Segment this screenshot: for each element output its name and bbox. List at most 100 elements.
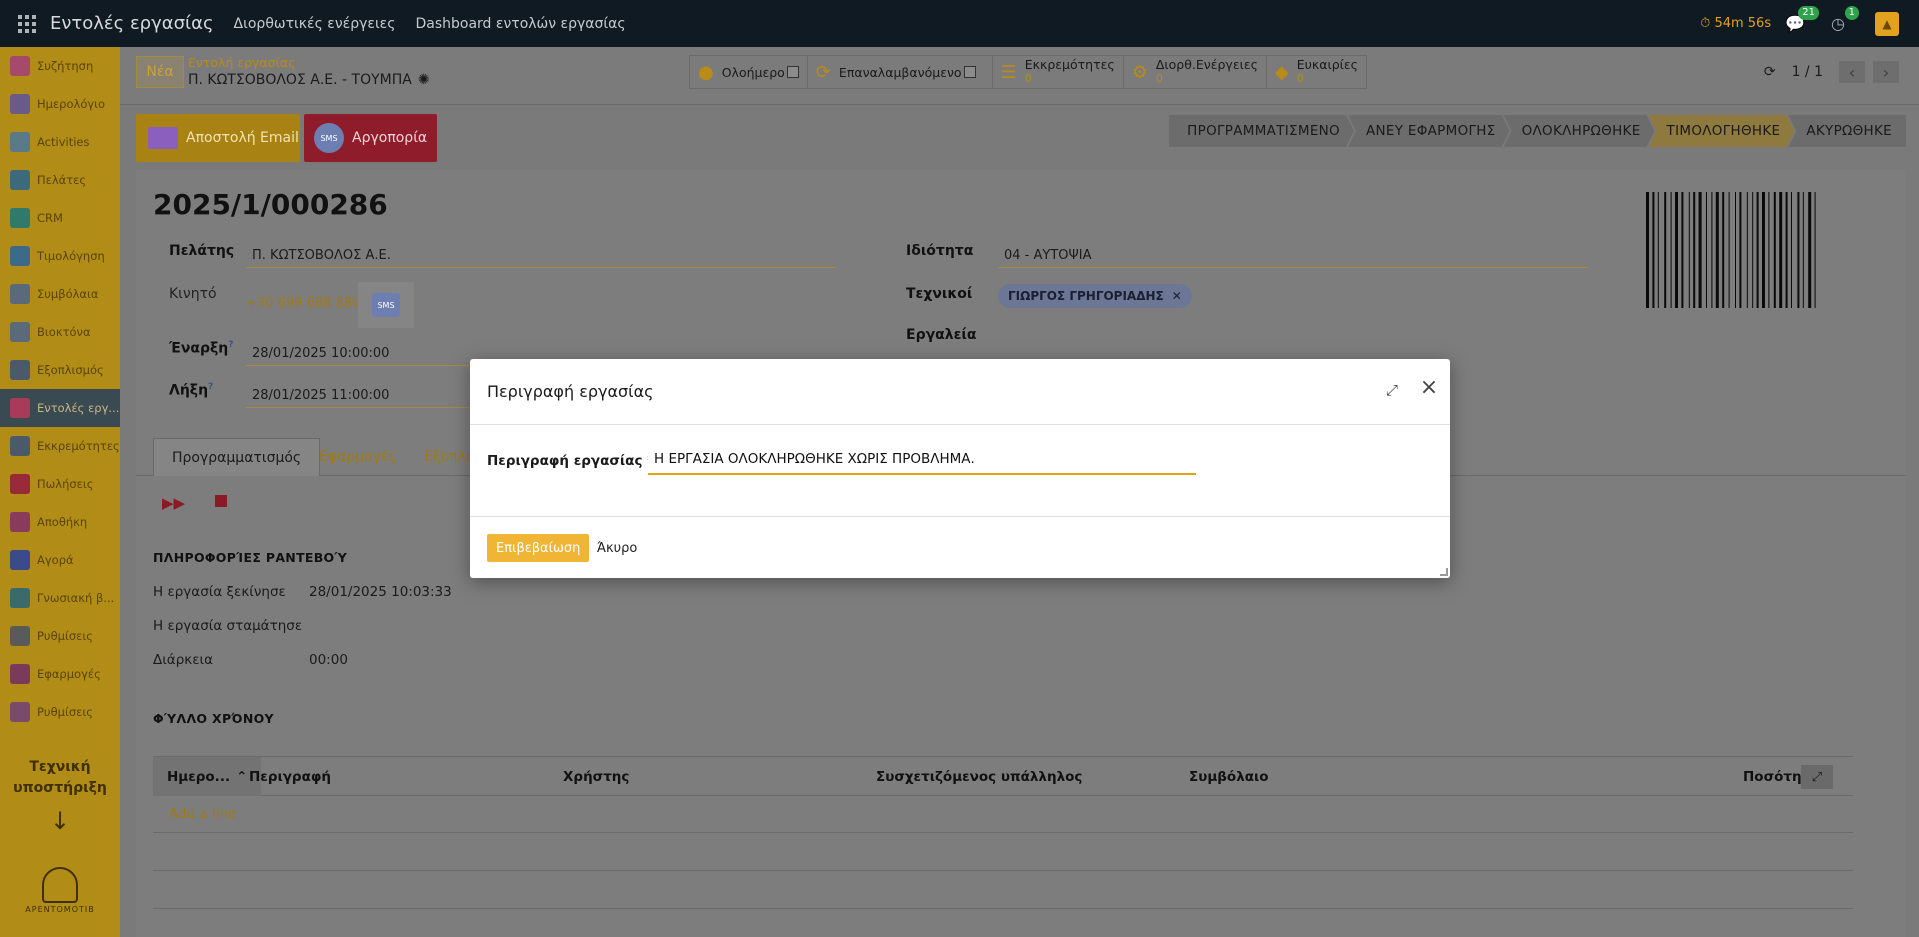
confirm-button[interactable]: Επιβεβαίωση bbox=[487, 534, 590, 562]
remove-tag-icon[interactable]: ✕ bbox=[1172, 289, 1182, 303]
down-arrow-icon: ↓ bbox=[49, 807, 71, 835]
sidebar-item[interactable]: Εξοπλισμός bbox=[0, 351, 120, 389]
sidebar-item-label: Βιοκτόνα bbox=[37, 325, 91, 339]
status-stage[interactable]: ΟΛΟΚΛΗΡΩΘΗΚΕ bbox=[1504, 115, 1655, 147]
barcode-bar bbox=[1773, 192, 1776, 308]
stop-icon[interactable] bbox=[215, 495, 227, 507]
sidebar-item[interactable]: Συμβόλαια bbox=[0, 275, 120, 313]
recurrent-checkbox[interactable] bbox=[963, 66, 976, 78]
sidebar-item[interactable]: Αποθήκη bbox=[0, 503, 120, 541]
activities-clock-icon[interactable]: ◷ 1 bbox=[1831, 6, 1859, 33]
send-email-button[interactable]: Αποστολή Email bbox=[136, 114, 300, 162]
task-description-input[interactable] bbox=[648, 445, 1196, 475]
sidebar-item[interactable]: Γνωσιακή β... bbox=[0, 579, 120, 617]
gear-icon[interactable]: ✺ bbox=[418, 72, 430, 88]
barcode-bar bbox=[1652, 192, 1655, 308]
timer-indicator[interactable]: ⏱ 54m 56s bbox=[1700, 16, 1771, 31]
duration-value: 00:00 bbox=[309, 652, 348, 668]
barcode-bar bbox=[1779, 192, 1783, 308]
modal-body: Περιγραφή εργασίας * bbox=[470, 425, 1450, 517]
column-contract[interactable]: Συμβόλαιο bbox=[1189, 757, 1269, 796]
help-icon[interactable]: ? bbox=[228, 340, 233, 350]
apps-menu-icon[interactable] bbox=[18, 14, 36, 33]
column-description[interactable]: Περιγραφή bbox=[249, 757, 331, 796]
sidebar-item[interactable]: Συζήτηση bbox=[0, 47, 120, 85]
mobile-link[interactable]: +30 699 688 8888 bbox=[246, 296, 369, 315]
send-email-label: Αποστολή Email bbox=[186, 130, 299, 146]
sidebar-item[interactable]: Βιοκτόνα bbox=[0, 313, 120, 351]
column-related-employee[interactable]: Συσχετιζόμενος υπάλληλος bbox=[876, 757, 1082, 796]
messages-icon[interactable]: 💬 21 bbox=[1785, 6, 1820, 33]
new-button[interactable]: Νέα bbox=[136, 56, 184, 88]
status-bar: ΠΡΟΓΡΑΜΜΑΤΙΣΜΕΝΟ ΑΝΕΥ ΕΦΑΡΜΟΓΗΣ ΟΛΟΚΛΗΡΩΘΗ… bbox=[1169, 115, 1906, 147]
smart-button-count: 0 bbox=[1155, 72, 1163, 85]
sidebar-item[interactable]: Ημερολόγιο bbox=[0, 85, 120, 123]
activities-count-badge: 1 bbox=[1844, 6, 1859, 20]
close-icon[interactable]: × bbox=[1418, 377, 1440, 399]
smart-button-all-day[interactable]: ● Ολοήμερο bbox=[690, 56, 808, 88]
help-icon[interactable]: ? bbox=[208, 382, 213, 392]
invoicing-icon bbox=[10, 246, 30, 266]
fast-forward-icon[interactable]: ▶▶ bbox=[162, 494, 185, 512]
sidebar-item[interactable]: Αγορά bbox=[0, 541, 120, 579]
status-stage[interactable]: ΠΡΟΓΡΑΜΜΑΤΙΣΜΕΝΟ bbox=[1169, 115, 1354, 147]
expand-dialog-icon[interactable]: ⤢ bbox=[1386, 381, 1404, 399]
smart-button-label: Εκκρεμότητες bbox=[1024, 57, 1115, 72]
column-date[interactable]: Ημερο... ⌃ bbox=[153, 757, 262, 796]
sidebar-item-label: Αποθήκη bbox=[37, 515, 88, 529]
support-title[interactable]: Τεχνική υποστήριξη bbox=[0, 757, 120, 799]
smart-button-recurrent[interactable]: ⟳ Επαναλαμβανόμενο bbox=[808, 56, 993, 88]
property-field[interactable]: 04 - ΑΥΤΟΨΙΑ bbox=[998, 248, 1588, 268]
barcode-bar bbox=[1814, 192, 1816, 308]
app-title[interactable]: Εντολές εργασίας bbox=[50, 13, 214, 34]
menu-dashboard[interactable]: Dashboard εντολών εργασίας bbox=[415, 16, 625, 32]
barcode-bar bbox=[1797, 192, 1800, 308]
status-stage[interactable]: ΑΚΥΡΩΘΗΚΕ bbox=[1788, 115, 1906, 147]
resize-handle[interactable] bbox=[1440, 568, 1448, 576]
smart-button-corrective[interactable]: ⚙ Διορθ.Ενέργειες 0 bbox=[1124, 56, 1267, 88]
breadcrumb-parent[interactable]: Εντολή εργασίας bbox=[188, 55, 295, 70]
status-stage[interactable]: ΤΙΜΟΛΟΓΗΘΗΚΕ bbox=[1649, 115, 1795, 147]
sidebar-item[interactable]: Ρυθμίσεις bbox=[0, 693, 120, 731]
sidebar-item[interactable]: Εκκρεμότητες bbox=[0, 427, 120, 465]
cancel-button[interactable]: Άκυρο bbox=[597, 534, 637, 562]
technician-tag[interactable]: ΓΙΩΡΓΟΣ ΓΡΗΓΟΡΙΑΔΗΣ ✕ bbox=[998, 284, 1192, 308]
sidebar-item[interactable]: Πελάτες bbox=[0, 161, 120, 199]
pager-value[interactable]: 1 / 1 bbox=[1792, 64, 1823, 80]
pager-previous-icon[interactable]: ‹ bbox=[1839, 61, 1865, 83]
customer-field[interactable]: Π. ΚΩΤΣΟΒΟΛΟΣ Α.Ε. bbox=[246, 248, 836, 268]
smart-button-label: Ευκαιρίες bbox=[1296, 57, 1358, 72]
start-label-text: Έναρξη bbox=[169, 340, 229, 357]
barcode bbox=[1646, 192, 1816, 308]
sidebar-item[interactable]: Τιμολόγηση bbox=[0, 237, 120, 275]
user-avatar[interactable]: ▲ bbox=[1875, 11, 1899, 36]
sidebar-item-label: Πελάτες bbox=[37, 173, 87, 187]
sidebar-item[interactable]: Ρυθμίσεις bbox=[0, 617, 120, 655]
pager-next-icon[interactable]: › bbox=[1873, 61, 1899, 83]
all-day-checkbox[interactable] bbox=[786, 66, 799, 78]
smart-button-label: Διορθ.Ενέργειες bbox=[1155, 57, 1258, 72]
sidebar-item[interactable]: Activities bbox=[0, 123, 120, 161]
barcode-bar bbox=[1706, 192, 1707, 308]
smart-button-pending[interactable]: ☰ Εκκρεμότητες 0 bbox=[993, 56, 1124, 88]
timesheet-section-title: ΦΎΛΛΟ ΧΡΌΝΟΥ bbox=[153, 711, 274, 726]
smart-button-opportunities[interactable]: ◆ Ευκαιρίες 0 bbox=[1267, 56, 1366, 88]
tab-scheduling[interactable]: Προγραμματισμός bbox=[153, 438, 321, 476]
delay-sms-button[interactable]: SMS Αργοπορία bbox=[304, 114, 437, 162]
expand-icon[interactable]: ⤢ bbox=[1801, 765, 1833, 789]
chat-icon bbox=[10, 56, 30, 76]
barcode-bar bbox=[1739, 192, 1742, 308]
sidebar-item[interactable]: Εφαρμογές bbox=[0, 655, 120, 693]
column-user[interactable]: Χρήστης bbox=[563, 757, 629, 796]
repeat-icon: ⟳ bbox=[815, 61, 831, 83]
status-stage[interactable]: ΑΝΕΥ ΕΦΑΡΜΟΓΗΣ bbox=[1348, 115, 1510, 147]
sms-send-button[interactable]: SMS bbox=[358, 282, 414, 328]
add-line-link[interactable]: Add a line bbox=[169, 806, 236, 822]
refresh-icon[interactable]: ⟳ bbox=[1764, 64, 1776, 80]
sidebar-item[interactable]: CRM bbox=[0, 199, 120, 237]
sidebar-item[interactable]: Πωλήσεις bbox=[0, 465, 120, 503]
contacts-icon bbox=[10, 170, 30, 190]
tab-applications[interactable]: Εφαρμογές bbox=[301, 438, 415, 476]
menu-corrective-actions[interactable]: Διορθωτικές ενέργειες bbox=[234, 16, 396, 32]
sidebar-item[interactable]: Εντολές εργ... bbox=[0, 389, 120, 427]
